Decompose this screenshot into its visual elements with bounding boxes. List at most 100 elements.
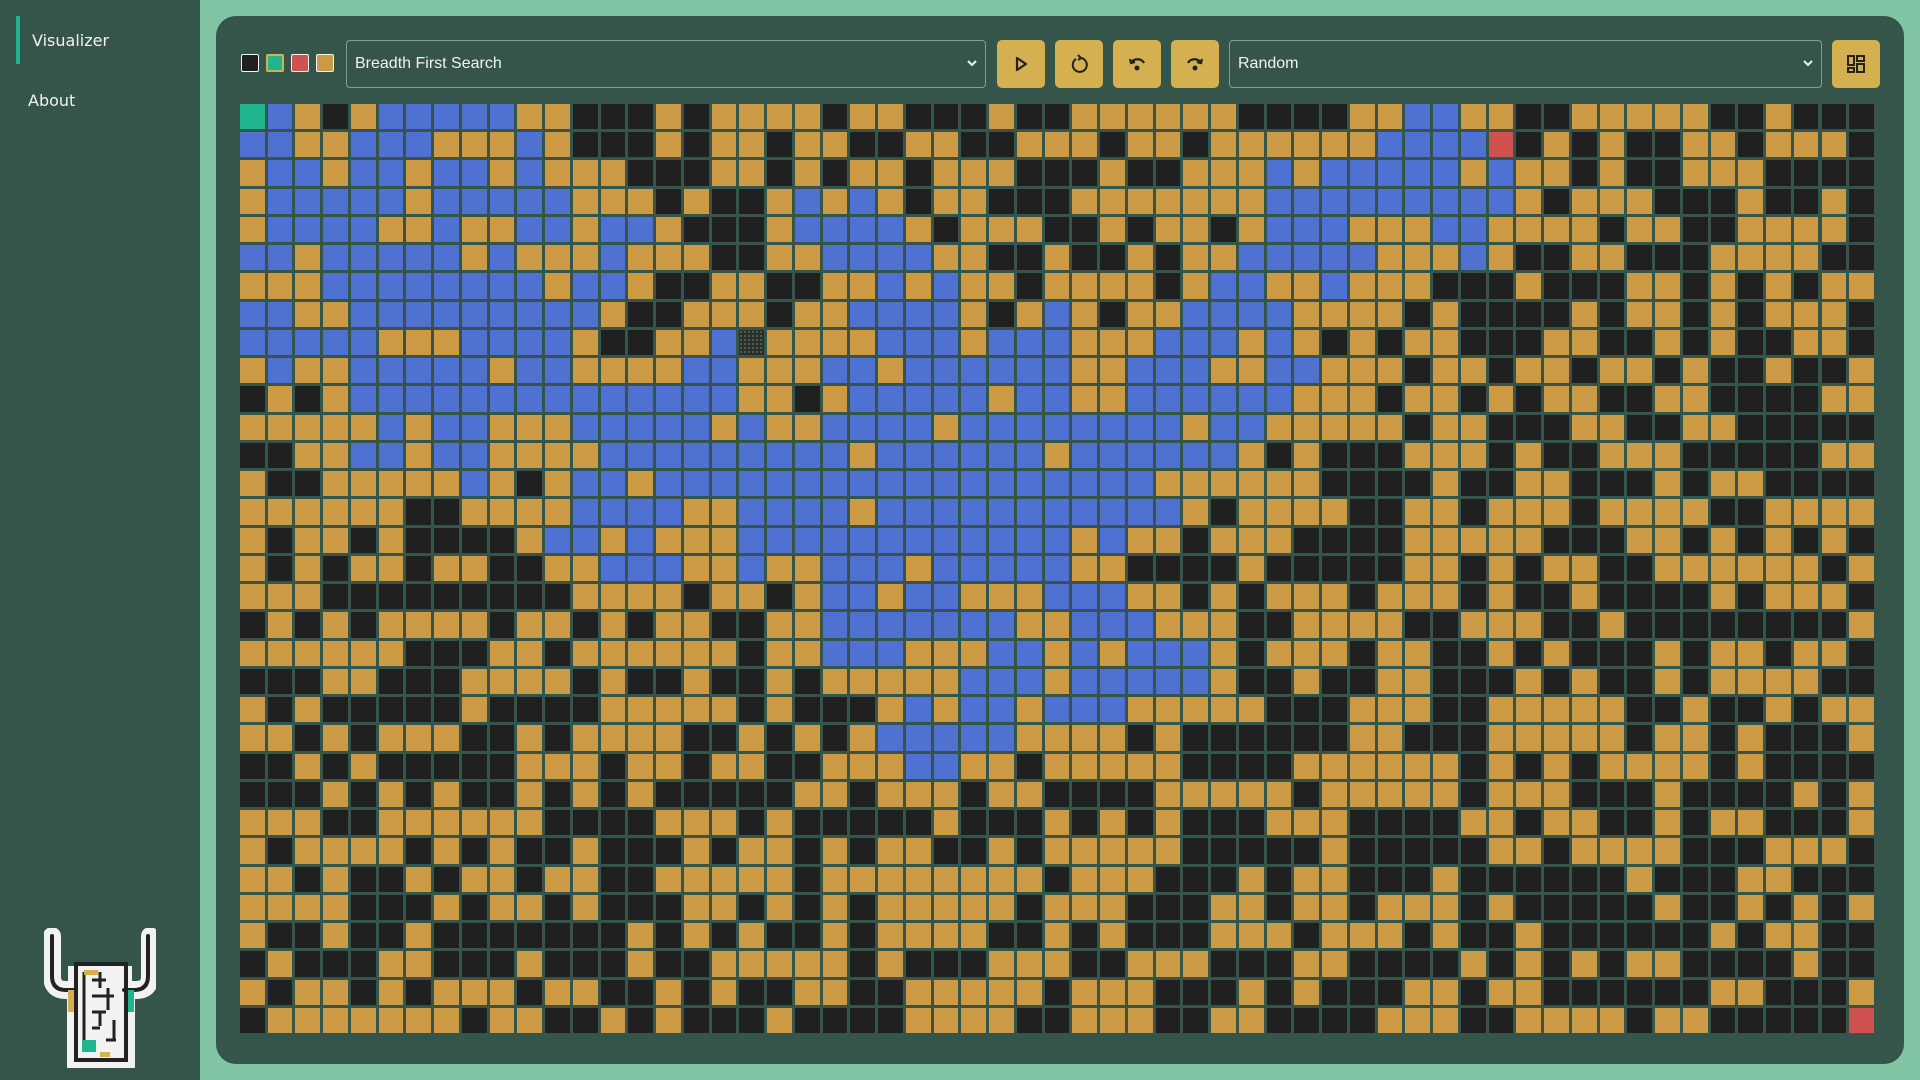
grid-cell-open[interactable] (1627, 866, 1653, 892)
grid-cell-open[interactable] (1294, 866, 1320, 892)
grid-cell-wall[interactable] (628, 132, 654, 158)
grid-cell-open[interactable] (1544, 640, 1569, 666)
grid-cell-open[interactable] (822, 668, 848, 695)
grid-cell-open[interactable] (1544, 781, 1569, 808)
grid-cell-open[interactable] (711, 894, 737, 921)
grid-cell-open[interactable] (989, 386, 1014, 412)
grid-cell-wall[interactable] (1738, 273, 1763, 299)
grid-cell-wall[interactable] (323, 697, 348, 723)
grid-cell-visited[interactable] (572, 386, 598, 412)
grid-cell-visited[interactable] (517, 301, 543, 327)
grid-cell-open[interactable] (240, 273, 265, 299)
grid-cell-visited[interactable] (1044, 697, 1070, 723)
grid-cell-wall[interactable] (1488, 923, 1514, 949)
grid-cell-wall[interactable] (1183, 923, 1209, 949)
grid-cell-wall[interactable] (739, 245, 765, 271)
grid-cell-open[interactable] (240, 584, 265, 610)
grid-cell-open[interactable] (1516, 668, 1542, 695)
grid-cell-open[interactable] (711, 499, 737, 525)
grid-cell-visited[interactable] (1100, 697, 1125, 723)
grid-cell-visited[interactable] (850, 471, 876, 497)
grid-cell-wall[interactable] (1016, 245, 1042, 271)
grid-cell-open[interactable] (656, 697, 681, 723)
grid-cell-wall[interactable] (794, 810, 820, 836)
grid-cell-open[interactable] (434, 894, 459, 921)
grid-cell-wall[interactable] (1793, 188, 1819, 214)
grid-cell-wall[interactable] (545, 584, 570, 610)
grid-cell-open[interactable] (545, 668, 570, 695)
grid-cell-open[interactable] (1405, 245, 1431, 271)
grid-cell-open[interactable] (711, 555, 737, 582)
grid-cell-open[interactable] (1016, 584, 1042, 610)
grid-cell-visited[interactable] (739, 527, 765, 553)
grid-cell-open[interactable] (572, 245, 598, 271)
grid-cell-wall[interactable] (1571, 358, 1597, 384)
grid-cell-open[interactable] (1183, 273, 1209, 299)
grid-cell-wall[interactable] (1682, 216, 1708, 243)
grid-cell-open[interactable] (1377, 753, 1403, 779)
grid-cell-open[interactable] (1793, 301, 1819, 327)
grid-cell-wall[interactable] (1516, 104, 1542, 130)
grid-cell-open[interactable] (656, 527, 681, 553)
grid-cell-wall[interactable] (1571, 471, 1597, 497)
grid-cell-wall[interactable] (1682, 866, 1708, 892)
grid-cell-visited[interactable] (240, 245, 265, 271)
grid-cell-open[interactable] (350, 104, 376, 130)
grid-cell-wall[interactable] (1766, 951, 1791, 977)
grid-cell-wall[interactable] (1460, 781, 1486, 808)
grid-cell-wall[interactable] (600, 753, 626, 779)
grid-cell-open[interactable] (739, 301, 765, 327)
grid-cell-wall[interactable] (1460, 499, 1486, 525)
grid-cell-visited[interactable] (794, 216, 820, 243)
grid-cell-open[interactable] (1849, 725, 1874, 751)
grid-cell-visited[interactable] (1460, 245, 1486, 271)
grid-cell-wall[interactable] (323, 555, 348, 582)
grid-cell-wall[interactable] (1599, 555, 1625, 582)
grid-cell-open[interactable] (1377, 725, 1403, 751)
grid-cell-visited[interactable] (378, 132, 404, 158)
grid-cell-visited[interactable] (240, 301, 265, 327)
grid-cell-visited[interactable] (1405, 160, 1431, 186)
grid-cell-wall[interactable] (1433, 838, 1458, 864)
grid-cell-wall[interactable] (1710, 753, 1736, 779)
grid-cell-open[interactable] (1294, 329, 1320, 356)
grid-cell-wall[interactable] (1405, 866, 1431, 892)
grid-cell-wall[interactable] (1738, 414, 1763, 440)
grid-cell-open[interactable] (323, 132, 348, 158)
grid-cell-open[interactable] (1016, 951, 1042, 977)
grid-cell-visited[interactable] (1349, 245, 1375, 271)
grid-cell-wall[interactable] (1238, 753, 1264, 779)
grid-cell-open[interactable] (378, 810, 404, 836)
grid-cell-visited[interactable] (1322, 273, 1347, 299)
grid-cell-visited[interactable] (989, 358, 1014, 384)
grid-cell-open[interactable] (1183, 104, 1209, 130)
grid-cell-wall[interactable] (240, 1007, 265, 1033)
grid-cell-open[interactable] (517, 612, 543, 638)
grid-cell-wall[interactable] (350, 697, 376, 723)
grid-cell-wall[interactable] (1349, 640, 1375, 666)
grid-cell-wall[interactable] (656, 160, 681, 186)
grid-cell-wall[interactable] (794, 273, 820, 299)
grid-cell-wall[interactable] (1655, 245, 1680, 271)
grid-cell-wall[interactable] (1738, 527, 1763, 553)
grid-cell-wall[interactable] (1627, 612, 1653, 638)
grid-cell-open[interactable] (1655, 668, 1680, 695)
grid-cell-wall[interactable] (656, 188, 681, 214)
grid-cell-open[interactable] (406, 612, 432, 638)
grid-cell-open[interactable] (1544, 471, 1569, 497)
grid-cell-visited[interactable] (1294, 245, 1320, 271)
grid-cell-visited[interactable] (267, 245, 293, 271)
grid-cell-open[interactable] (1349, 273, 1375, 299)
grid-cell-open[interactable] (1211, 781, 1236, 808)
grid-cell-wall[interactable] (1460, 584, 1486, 610)
grid-cell-visited[interactable] (794, 499, 820, 525)
grid-cell-open[interactable] (517, 499, 543, 525)
grid-cell-wall[interactable] (1738, 1007, 1763, 1033)
grid-cell-open[interactable] (1100, 866, 1125, 892)
grid-cell-wall[interactable] (711, 838, 737, 864)
grid-cell-wall[interactable] (1266, 894, 1292, 921)
grid-cell-visited[interactable] (1016, 640, 1042, 666)
grid-cell-visited[interactable] (1405, 104, 1431, 130)
grid-cell-visited[interactable] (905, 697, 931, 723)
grid-cell-open[interactable] (767, 386, 792, 412)
